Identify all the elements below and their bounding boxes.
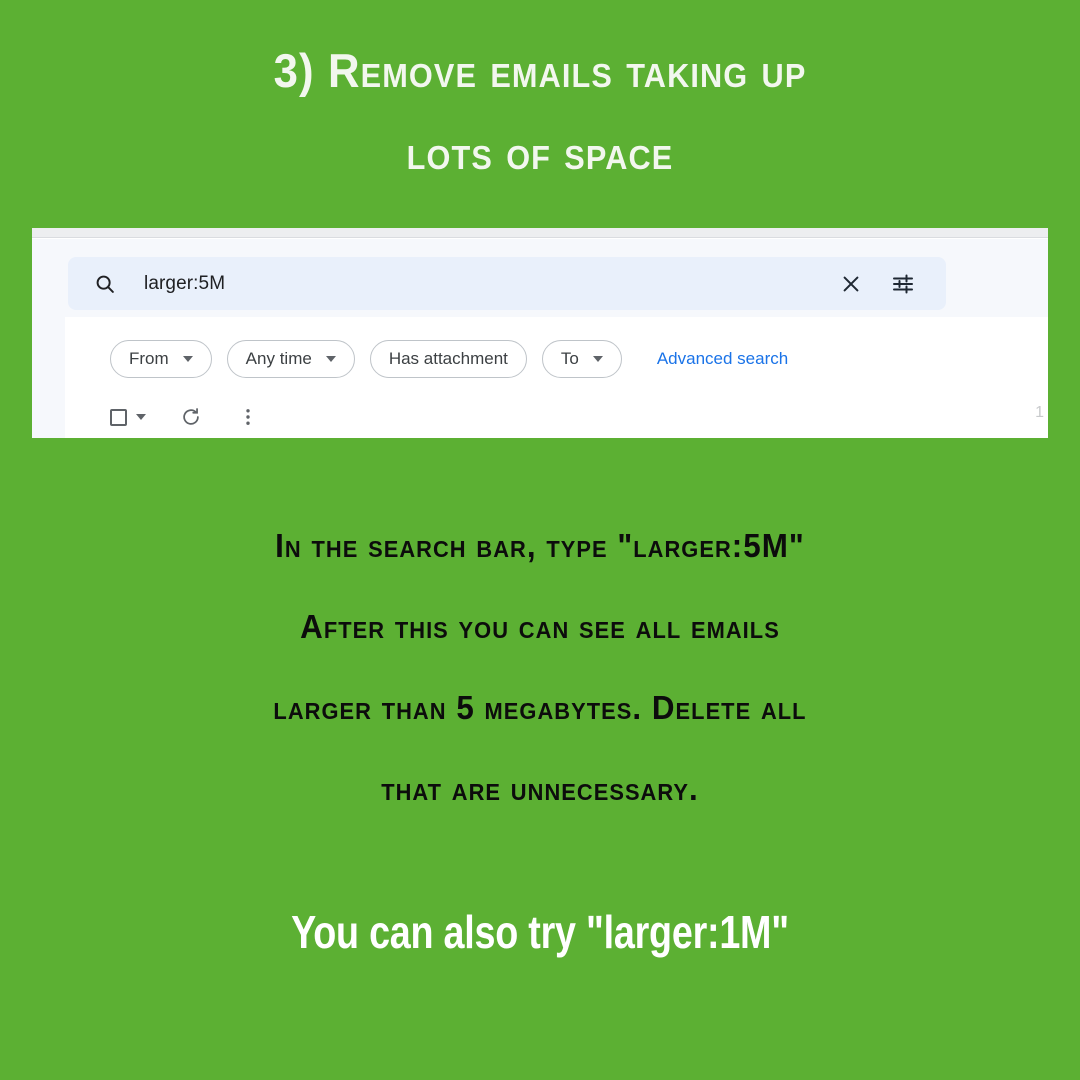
page-title: 3) Remove emails taking up lots of space — [38, 30, 1042, 194]
chip-any-time[interactable]: Any time — [226, 340, 355, 378]
advanced-search-link[interactable]: Advanced search — [657, 349, 788, 369]
gmail-content-card: From Any time Has attachment To Advanced… — [65, 317, 1048, 438]
close-icon[interactable] — [838, 271, 864, 297]
tune-icon[interactable] — [890, 271, 916, 297]
instruction-line-4: that are unnecessary. — [381, 770, 699, 807]
gmail-screenshot: larger:5M From Any time Has attachment T… — [32, 228, 1048, 438]
poster-canvas: { "theme": { "background": "#5CB033", "h… — [0, 0, 1080, 1080]
search-icon — [94, 273, 116, 295]
instruction-line-2: After this you can see all emails — [300, 608, 780, 645]
instruction-line-3: larger than 5 megabytes. Delete all — [273, 689, 807, 726]
chip-has-attachment-label: Has attachment — [388, 349, 508, 368]
chip-to[interactable]: To — [541, 340, 622, 378]
page-title-line-1: 3) Remove emails taking up — [273, 44, 807, 97]
chip-from[interactable]: From — [110, 340, 212, 378]
gmail-search-header: larger:5M — [32, 239, 1048, 317]
instruction-line-1: In the search bar, type "larger:5M" — [275, 527, 805, 564]
chip-has-attachment[interactable]: Has attachment — [369, 340, 527, 378]
more-vertical-icon[interactable] — [236, 405, 260, 429]
search-filter-chips: From Any time Has attachment To Advanced… — [110, 340, 788, 378]
mail-toolbar — [110, 405, 260, 429]
chevron-down-icon — [182, 356, 193, 362]
chip-any-time-label: Any time — [245, 349, 312, 368]
footer-tip: You can also try "larger:1M" — [291, 906, 789, 958]
page-title-line-2: lots of space — [406, 126, 674, 179]
chevron-down-icon — [325, 356, 336, 362]
chevron-down-icon[interactable] — [136, 414, 146, 420]
search-actions — [838, 271, 916, 297]
search-input-value: larger:5M — [144, 272, 226, 294]
search-input[interactable]: larger:5M — [68, 257, 946, 310]
browser-chrome-sliver — [32, 228, 1048, 238]
page-count: 1 — [1035, 404, 1044, 421]
refresh-icon[interactable] — [179, 405, 203, 429]
chip-from-label: From — [129, 349, 169, 368]
chevron-down-icon — [592, 356, 603, 362]
chip-to-label: To — [560, 349, 579, 368]
instruction-text: In the search bar, type "larger:5M" Afte… — [27, 505, 1053, 829]
checkbox-icon[interactable] — [110, 408, 127, 426]
